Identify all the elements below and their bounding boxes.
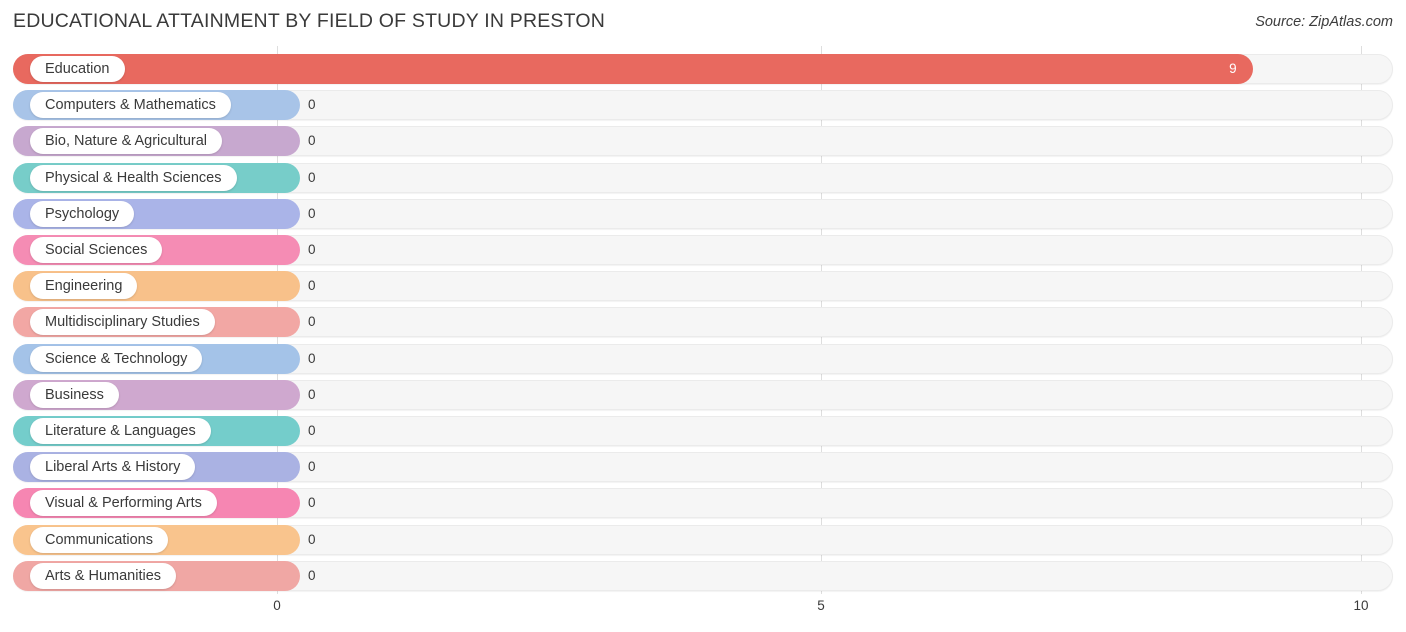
x-tick-label: 0 [273, 598, 281, 613]
category-label: Physical & Health Sciences [30, 164, 237, 191]
category-label: Engineering [30, 273, 138, 300]
bar-value-label: 0 [308, 314, 316, 330]
bar-row[interactable]: 0 Liberal Arts & History [13, 452, 1393, 483]
bar-rows: 9 Education 0 Computers & Mathematics 0 Bio, … [0, 46, 1406, 594]
bar-value-label: 0 [308, 531, 316, 547]
category-label: Social Sciences [30, 237, 163, 263]
category-label: Communications [30, 526, 168, 553]
bar-value-label: 0 [308, 459, 316, 475]
category-label: Psychology [30, 200, 135, 227]
page-title: EDUCATIONAL ATTAINMENT BY FIELD OF STUDY… [13, 10, 606, 32]
bar-row[interactable]: 0 Communications [13, 524, 1393, 555]
bar-value-label: 0 [308, 97, 316, 113]
chart-header: EDUCATIONAL ATTAINMENT BY FIELD OF STUDY… [0, 0, 1406, 46]
bar-row[interactable]: 0 Bio, Nature & Agricultural [13, 126, 1393, 157]
category-label: Visual & Performing Arts [30, 490, 217, 517]
bar-row[interactable]: 0 Business [13, 379, 1393, 410]
bar-row[interactable]: 0 Social Sciences [13, 235, 1393, 265]
bar-value-label: 0 [308, 423, 316, 438]
bar-row[interactable]: 0 Physical & Health Sciences [13, 162, 1393, 193]
chart-plot-area: 9 Education 0 Computers & Mathematics 0 Bio, … [0, 46, 1406, 594]
category-label: Arts & Humanities [30, 562, 177, 589]
x-axis: 0 5 10 [0, 594, 1406, 632]
category-label: Business [30, 381, 119, 408]
source-attribution: Source: ZipAtlas.com [1255, 14, 1393, 30]
bar-value-label: 0 [308, 278, 316, 294]
category-label: Multidisciplinary Studies [30, 309, 215, 336]
category-label: Education [30, 56, 125, 82]
bar-value-label: 0 [308, 242, 316, 257]
bar-value-label: 0 [308, 133, 316, 149]
bar-value-label: 0 [308, 169, 316, 185]
bar-row[interactable]: 0 Science & Technology [13, 343, 1393, 374]
bar-row[interactable]: 0 Engineering [13, 271, 1393, 302]
bar[interactable]: 9 [13, 54, 1253, 84]
bar-value-label: 0 [308, 205, 316, 221]
bar-value-label: 9 [1229, 61, 1237, 76]
bar-row[interactable]: 0 Arts & Humanities [13, 560, 1393, 591]
category-label: Science & Technology [30, 345, 203, 372]
category-label: Bio, Nature & Agricultural [30, 128, 222, 155]
category-label: Literature & Languages [30, 418, 211, 444]
bar-row[interactable]: 0 Visual & Performing Arts [13, 488, 1393, 519]
bar-value-label: 0 [308, 567, 316, 583]
x-tick-label: 10 [1353, 598, 1369, 613]
bar-row[interactable]: 0 Computers & Mathematics [13, 90, 1393, 121]
category-label: Liberal Arts & History [30, 454, 196, 481]
bar-row[interactable]: 0 Multidisciplinary Studies [13, 307, 1393, 338]
bar-row[interactable]: 9 Education [13, 54, 1393, 84]
bar-value-label: 0 [308, 495, 316, 511]
bar-value-label: 0 [308, 386, 316, 402]
category-label: Computers & Mathematics [30, 92, 231, 119]
bar-row[interactable]: 0 Psychology [13, 198, 1393, 229]
bar-value-label: 0 [308, 350, 316, 366]
x-tick-label: 5 [817, 598, 825, 613]
bar-row[interactable]: 0 Literature & Languages [13, 416, 1393, 446]
